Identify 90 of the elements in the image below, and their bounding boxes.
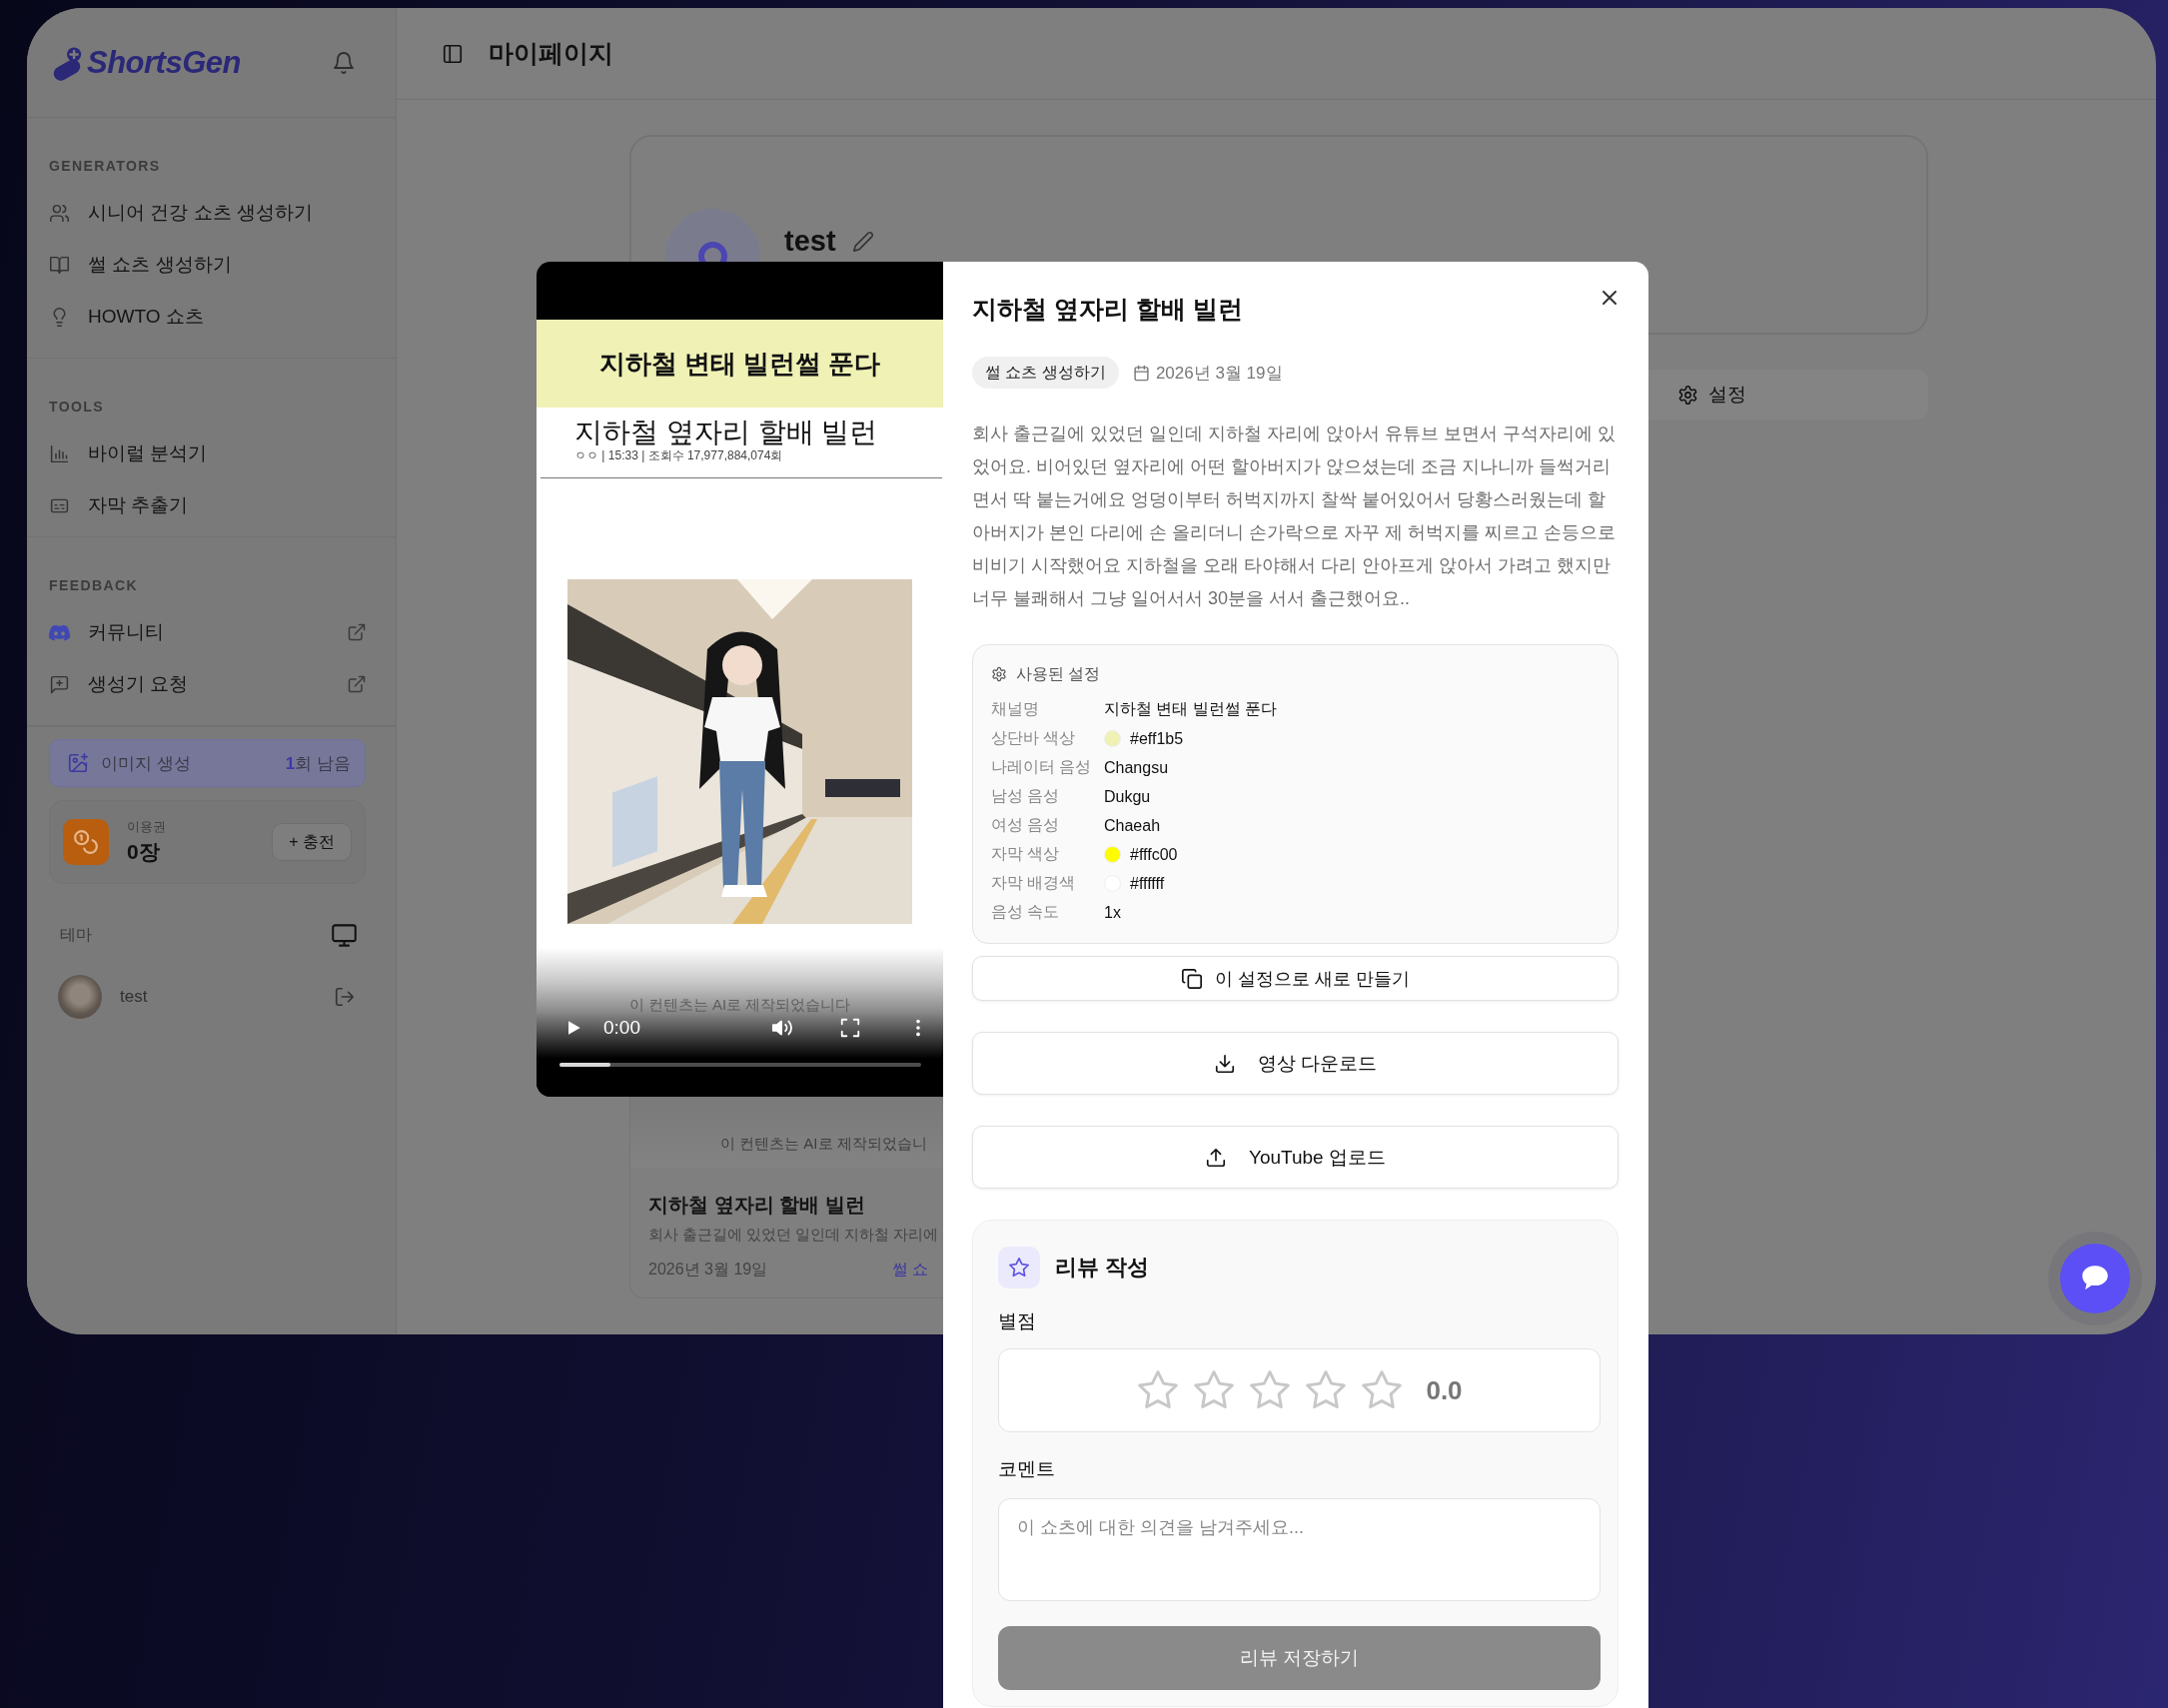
sidebar-item[interactable]: 자막 추출기 <box>27 480 396 530</box>
calendar-icon <box>1132 364 1150 382</box>
setting-value: 1x <box>1104 903 1121 922</box>
video-meta: ㅇㅇ | 15:33 | 조회수 17,977,884,074회 <box>574 448 784 462</box>
book-icon <box>49 254 70 276</box>
upload-button[interactable]: YouTube 업로드 <box>972 1126 1619 1189</box>
section-heading: GENERATORS <box>48 158 162 174</box>
gear-icon <box>1676 384 1698 406</box>
item-label: 바이럴 분석기 <box>88 441 209 465</box>
setting-label: 채널명 <box>991 699 1040 719</box>
video-banner-title: 지하철 변태 빌런썰 푼다 <box>537 320 943 408</box>
setting-label: 자막 배경색 <box>991 873 1077 893</box>
copy-icon <box>1181 967 1203 990</box>
page-title: 마이페이지 <box>489 38 613 69</box>
sidebar-item[interactable]: 시니어 건강 쇼츠 생성하기 <box>27 188 396 238</box>
caption-text: 이 컨텐츠는 AI로 제작되었습니 <box>720 1135 927 1154</box>
download-button[interactable]: 영상 다운로드 <box>972 1032 1619 1095</box>
item-label: 썰 쇼츠 생성하기 <box>88 253 233 277</box>
fullscreen-icon[interactable] <box>839 1017 861 1039</box>
description: 회사 출근길에 있었던 일인데 지하철 자리에 앉아서 유튜브 보면서 구석자리에 있었어요. 비어있던 옆자리에 어떤 할아버지가 앉으셨는데 조금 지나니까 들썩거리면서 딱 붙는거에요 엉덩이부터 허벅지까지 찰싹 붙어있어서 당황스러웠는데 할아버지가 본인 다리에 손 올리더니 손가락으로 자꾸 제 허벅지를 찌르고 손등으로 비비기 시작했어요 지하철을 오래 타야해서 다리 안아프게 앉아서 가려고 했지만 너무 불쾌해서 그냥 일어서서 30분을 서서 출근했어요.. <box>972 423 1617 610</box>
sidebar-item[interactable]: 썰 쇼츠 생성하기 <box>27 240 396 290</box>
modal-title: 지하철 옆자리 할배 빌런 <box>972 294 1243 325</box>
message-plus-icon <box>49 673 70 695</box>
card-excerpt: 회사 출근길에 있었던 일인데 지하철 자리에 <box>648 1226 940 1245</box>
pencil-icon[interactable] <box>851 231 874 253</box>
coins-icon <box>63 819 109 865</box>
sidebar-toggle-icon[interactable] <box>442 42 464 65</box>
setting-value: Chaeah <box>1104 816 1161 835</box>
remaining-count: 1회 남음 <box>285 752 351 775</box>
profile-name: test <box>784 225 836 258</box>
setting-label: 자막 색상 <box>991 844 1061 864</box>
setting-value: Changsu <box>1104 758 1169 777</box>
setting-label: 음성 속도 <box>991 902 1061 922</box>
users-icon <box>49 202 70 224</box>
date-text: 2026년 3월 19일 <box>1155 362 1283 385</box>
comment-field[interactable]: 이 쇼츠에 대한 의견을 남겨주세요... <box>998 1498 1601 1601</box>
item-label: 생성기 요청 <box>88 672 190 696</box>
progress-bar[interactable] <box>559 1063 921 1067</box>
user-name: test <box>120 987 149 1007</box>
setting-value: #fffc00 <box>1130 845 1178 864</box>
external-link-icon[interactable] <box>347 622 367 642</box>
sidebar-item[interactable]: HOWTO 쇼츠 <box>27 292 396 342</box>
setting-value: #eff1b5 <box>1130 729 1184 748</box>
rating-label: 별점 <box>998 1310 1037 1332</box>
logo-text: ShortsGen <box>87 44 241 81</box>
monitor-icon[interactable] <box>331 921 358 949</box>
setting-label: 남성 음성 <box>991 786 1061 806</box>
comment-label: 코멘트 <box>998 1458 1056 1480</box>
setting-value: Dukgu <box>1104 787 1151 806</box>
image-generation-panel[interactable]: 이미지 생성 1회 남음 <box>49 739 366 787</box>
card-tag: 썰 쇼 <box>891 1258 928 1281</box>
panel-label: 이미지 생성 <box>101 752 192 775</box>
sidebar-item[interactable]: 생성기 요청 <box>27 659 396 709</box>
item-label: 커뮤니티 <box>88 620 165 644</box>
card-title: 지하철 옆자리 할배 빌런 <box>648 1193 866 1217</box>
bar-chart-icon <box>49 442 70 464</box>
rating-value: 0.0 <box>1426 1374 1463 1406</box>
setting-label: 상단바 색상 <box>991 728 1077 748</box>
upload-icon <box>1205 1146 1227 1169</box>
sidebar-item[interactable]: 바이럴 분석기 <box>27 428 396 478</box>
credits-label: 이용권 <box>127 818 167 836</box>
setting-label: 여성 음성 <box>991 815 1061 835</box>
avatar <box>58 975 102 1019</box>
credits-value: 0장 <box>127 839 161 865</box>
setting-label: 나레이터 음성 <box>991 757 1093 777</box>
setting-value: 지하철 변태 빌런썰 푼다 <box>1104 699 1278 719</box>
section-heading: FEEDBACK <box>48 577 139 593</box>
download-icon <box>1213 1052 1236 1075</box>
card-date: 2026년 3월 19일 <box>648 1260 768 1280</box>
image-plus-icon <box>67 752 89 774</box>
item-label: 자막 추출기 <box>88 493 190 517</box>
video-headline: 지하철 옆자리 할배 빌런 <box>574 417 879 448</box>
item-label: HOWTO 쇼츠 <box>88 305 205 329</box>
setting-value: #ffffff <box>1130 874 1165 893</box>
bell-icon[interactable] <box>332 50 356 75</box>
category-tag: 썰 쇼츠 생성하기 <box>972 357 1119 389</box>
item-label: 시니어 건강 쇼츠 생성하기 <box>88 201 314 225</box>
tab[interactable]: 설정 <box>1495 370 1928 420</box>
time-display: 0:00 <box>603 1017 640 1039</box>
copy-button[interactable]: 이 설정으로 새로 만들기 <box>972 956 1619 1001</box>
charge-button[interactable]: + 충전 <box>272 823 352 861</box>
review-heading: 리뷰 작성 <box>1055 1254 1150 1281</box>
theme-label: 테마 <box>60 924 92 945</box>
caption-text: 이 컨텐츠는 AI로 제작되었습니다 <box>627 995 852 1015</box>
settings-heading: 사용된 설정 <box>1016 663 1101 684</box>
logout-icon[interactable] <box>334 986 356 1008</box>
sidebar-item[interactable]: 커뮤니티 <box>27 607 396 657</box>
external-link-icon[interactable] <box>347 674 367 694</box>
gear-icon <box>991 666 1007 682</box>
section-heading: TOOLS <box>48 399 105 415</box>
